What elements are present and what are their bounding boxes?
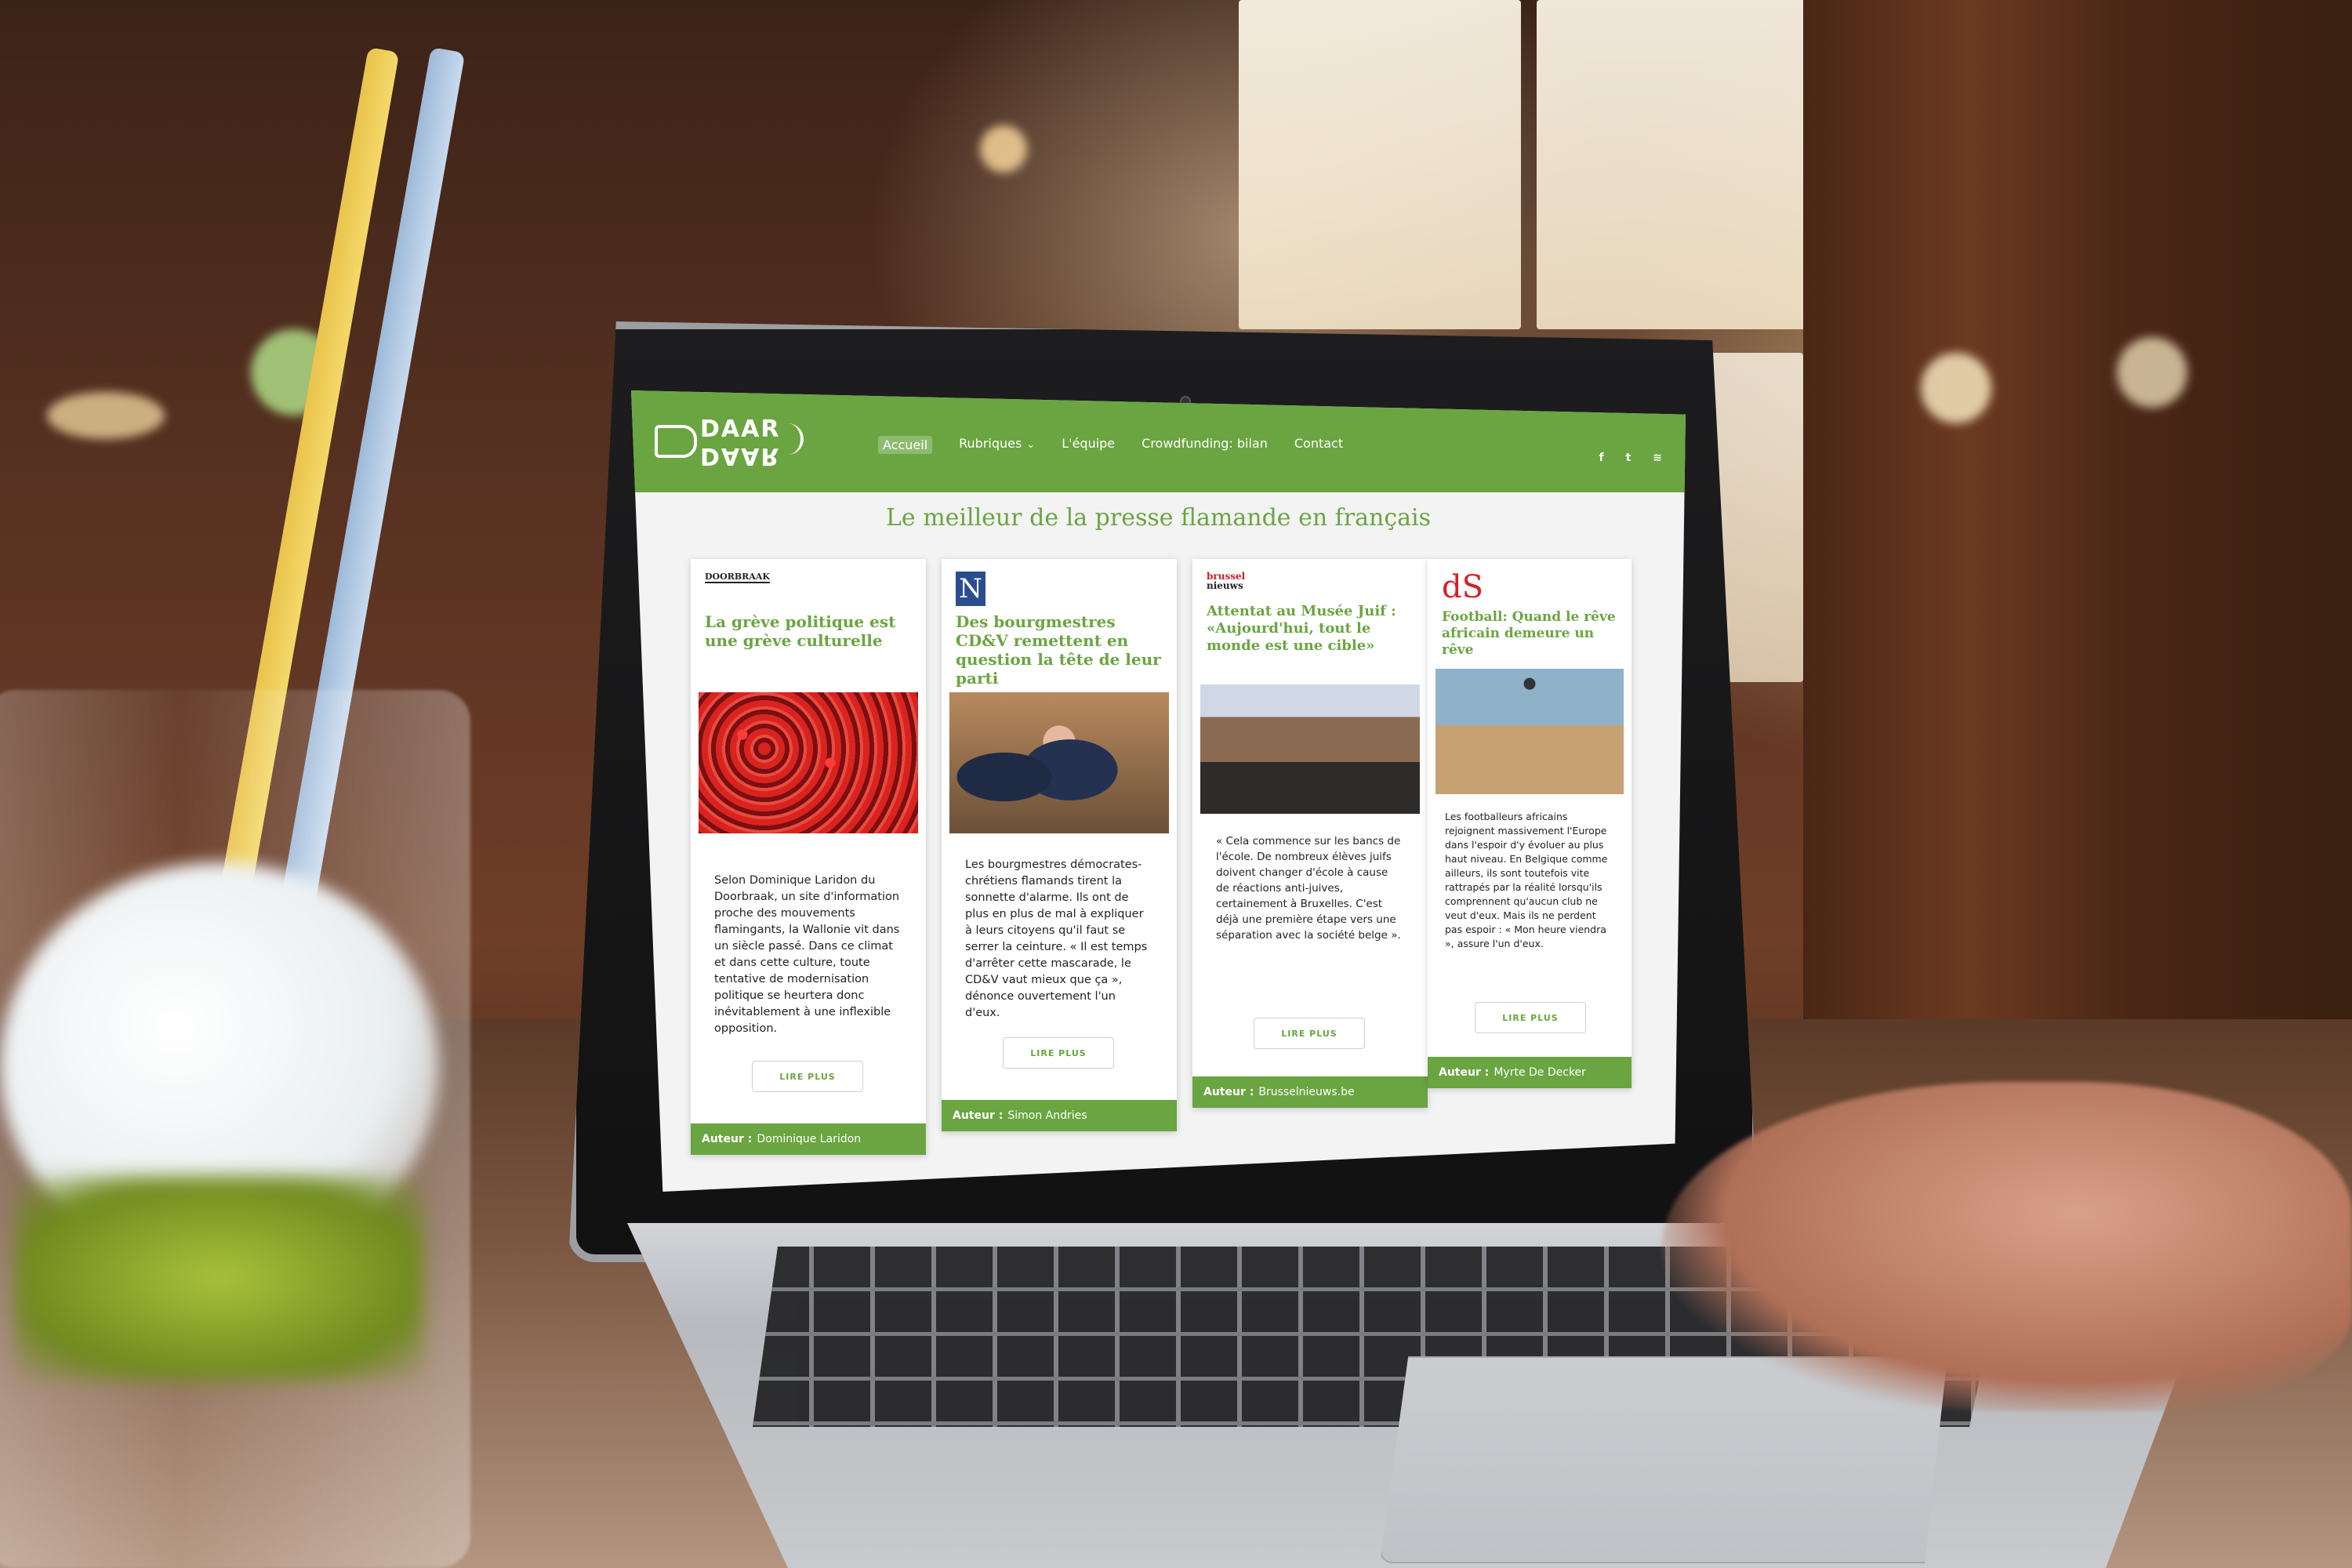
author-name[interactable]: Brusselnieuws.be [1258, 1086, 1354, 1098]
article-excerpt: Les bourgmestres démocrates-chrétiens fl… [965, 858, 1148, 1019]
rss-icon[interactable]: ≋ [1653, 452, 1662, 464]
read-more-button[interactable]: LIRE PLUS [1254, 1018, 1365, 1049]
typing-hand [1662, 1082, 2352, 1411]
author-bar: Auteur : Brusselnieuws.be [1192, 1076, 1428, 1108]
article-title[interactable]: La grève politique est une grève culture… [705, 612, 916, 650]
facebook-icon[interactable]: f [1599, 452, 1603, 464]
window-pane-left [1239, 0, 1521, 329]
author-label: Auteur : [702, 1133, 753, 1145]
chevron-down-icon: ⌄ [1026, 439, 1036, 451]
article-cards: DOORBRAAK La grève politique est une grè… [691, 559, 1632, 1155]
article-excerpt: « Cela commence sur les bancs de l'école… [1216, 835, 1401, 942]
article-title[interactable]: Attentat au Musée Juif : «Aujourd'hui, t… [1207, 603, 1418, 655]
article-card: dS Football: Quand le rêve africain deme… [1428, 559, 1632, 1088]
author-label: Auteur : [1203, 1086, 1254, 1098]
source-logo-doorbraak: DOORBRAAK [705, 572, 770, 583]
bokeh-light [980, 125, 1027, 172]
author-label: Auteur : [1439, 1066, 1490, 1079]
author-bar: Auteur : Simon Andries [942, 1100, 1177, 1131]
protest-crowd-image[interactable] [699, 692, 918, 833]
author-bar: Auteur : Myrte De Decker [1428, 1057, 1632, 1088]
bokeh-light [47, 392, 165, 439]
source-logo-nieuwsblad: N [956, 572, 985, 606]
source-logo-brusselnieuws: brussel nieuws [1207, 572, 1245, 590]
author-label: Auteur : [953, 1109, 1004, 1122]
lime-pieces [16, 1176, 423, 1380]
author-bar: Auteur : Dominique Laridon [691, 1123, 926, 1155]
site-tagline: Le meilleur de la presse flamande en fra… [885, 504, 1432, 532]
logo-word-top: DAAR [700, 416, 781, 443]
website-screen: DAAR DAAR Accueil Rubriques ⌄ L'équipe Cr… [631, 390, 1686, 1192]
politicians-image[interactable] [949, 692, 1169, 833]
author-name[interactable]: Dominique Laridon [757, 1133, 861, 1145]
source-logo-line2: nieuws [1207, 580, 1243, 591]
daardaar-logo[interactable]: DAAR DAAR [655, 414, 819, 470]
nav-item-equipe[interactable]: L'équipe [1062, 436, 1115, 454]
read-more-button[interactable]: LIRE PLUS [1475, 1002, 1586, 1033]
read-more-button[interactable]: LIRE PLUS [752, 1061, 863, 1092]
source-logo-destandaard: dS [1442, 569, 1484, 605]
nav-item-contact[interactable]: Contact [1294, 436, 1343, 454]
logo-word-bottom: DAAR [700, 442, 781, 470]
article-card: DOORBRAAK La grève politique est une grè… [691, 559, 926, 1155]
bokeh-light [2117, 337, 2187, 408]
author-name[interactable]: Simon Andries [1007, 1109, 1087, 1122]
article-title[interactable]: Des bourgmestres CD&V remettent en quest… [956, 612, 1167, 688]
article-card: brussel nieuws Attentat au Musée Juif : … [1192, 559, 1428, 1108]
bokeh-light [1921, 353, 1991, 423]
article-title[interactable]: Football: Quand le rêve africain demeure… [1442, 609, 1622, 659]
megaphone-icon [655, 425, 697, 458]
article-card: N Des bourgmestres CD&V remettent en que… [942, 559, 1177, 1131]
social-links: f t ≋ [1599, 452, 1662, 464]
read-more-button[interactable]: LIRE PLUS [1003, 1037, 1114, 1069]
sound-waves-icon [779, 423, 804, 455]
article-excerpt: Selon Dominique Laridon du Doorbraak, un… [714, 874, 900, 1035]
nav-item-rubriques[interactable]: Rubriques ⌄ [959, 436, 1035, 454]
nav-item-crowdfunding[interactable]: Crowdfunding: bilan [1142, 436, 1268, 454]
bar-shelf-wall [1803, 0, 2352, 1058]
nav-item-rubriques-label: Rubriques [959, 436, 1022, 451]
main-nav: Accueil Rubriques ⌄ L'équipe Crowdfunding… [878, 436, 1343, 454]
article-excerpt: Les footballeurs africains rejoignent ma… [1445, 811, 1608, 949]
author-name[interactable]: Myrte De Decker [1494, 1066, 1586, 1079]
football-image[interactable] [1436, 669, 1624, 794]
street-image[interactable] [1200, 684, 1420, 814]
window-pane-right [1537, 0, 1819, 329]
nav-item-accueil[interactable]: Accueil [878, 436, 933, 454]
twitter-icon[interactable]: t [1626, 452, 1632, 464]
